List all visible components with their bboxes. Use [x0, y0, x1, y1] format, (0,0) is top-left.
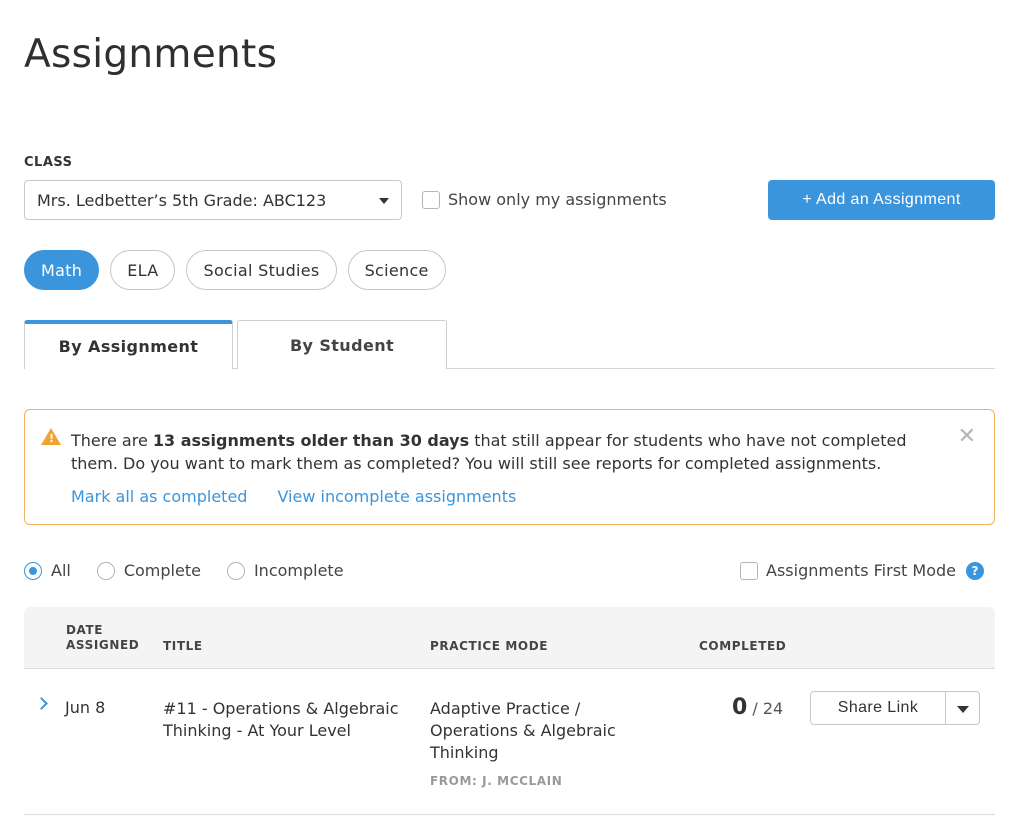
header-date-assigned: DATE ASSIGNED: [66, 623, 140, 652]
subject-pill-science[interactable]: Science: [347, 250, 446, 290]
add-assignment-button[interactable]: + Add an Assignment: [768, 180, 995, 220]
row-title: #11 - Operations & Algebraic Thinking - …: [163, 699, 399, 740]
completion-filter: All Complete Incomplete: [24, 561, 370, 580]
completed-total: / 24: [747, 699, 784, 718]
show-only-mine-label: Show only my assignments: [448, 190, 667, 209]
table-header: DATE ASSIGNED TITLE PRACTICE MODE COMPLE…: [24, 607, 995, 669]
filter-incomplete-radio[interactable]: [226, 561, 245, 580]
filter-complete[interactable]: Complete: [96, 561, 201, 580]
row-date: Jun 8: [65, 698, 106, 717]
class-label: CLASS: [24, 155, 73, 170]
share-link-group: Share Link: [810, 691, 980, 725]
alert-actions: Mark all as completed View incomplete as…: [71, 487, 516, 506]
share-options-dropdown[interactable]: [946, 691, 980, 725]
show-only-mine-toggle[interactable]: Show only my assignments: [422, 190, 667, 209]
close-icon[interactable]: ✕: [958, 424, 976, 449]
chevron-down-icon: [379, 198, 389, 204]
warning-icon-mark: !: [49, 432, 55, 445]
subject-pill-ela[interactable]: ELA: [110, 250, 176, 290]
assignments-first-mode-toggle[interactable]: Assignments First Mode ?: [740, 561, 984, 580]
row-completed: 0 / 24: [732, 695, 783, 720]
filter-all-radio[interactable]: [24, 561, 42, 580]
class-select[interactable]: Mrs. Ledbetter’s 5th Grade: ABC123: [24, 180, 402, 220]
assignments-first-mode-label: Assignments First Mode: [766, 561, 956, 580]
chevron-right-icon[interactable]: [35, 697, 48, 710]
help-icon[interactable]: ?: [965, 561, 984, 580]
filter-all[interactable]: All: [24, 561, 71, 580]
filter-incomplete[interactable]: Incomplete: [226, 561, 344, 580]
tab-by-student[interactable]: By Student: [237, 320, 447, 369]
subject-pill-math[interactable]: Math: [24, 250, 100, 290]
filter-incomplete-label: Incomplete: [253, 561, 344, 580]
show-only-mine-checkbox[interactable]: [422, 190, 440, 209]
tab-by-assignment[interactable]: By Assignment: [24, 320, 233, 369]
header-practice-mode: PRACTICE MODE: [430, 639, 549, 653]
view-incomplete-link[interactable]: View incomplete assignments: [277, 487, 516, 506]
share-link-button[interactable]: Share Link: [810, 691, 946, 725]
completed-count: 0: [732, 695, 748, 720]
row-from: FROM: J. MCCLAIN: [430, 774, 563, 788]
class-select-value: Mrs. Ledbetter’s 5th Grade: ABC123: [37, 190, 327, 210]
filter-complete-radio[interactable]: [96, 561, 115, 580]
filter-all-label: All: [51, 561, 71, 580]
subject-pill-social-studies[interactable]: Social Studies: [186, 250, 337, 290]
header-title: TITLE: [163, 639, 203, 653]
alert-message: There are 13 assignments older than 30 d…: [71, 431, 907, 473]
mark-all-completed-link[interactable]: Mark all as completed: [71, 487, 247, 506]
table-row: Jun 8 #11 - Operations & Algebraic Think…: [24, 669, 995, 815]
header-completed: COMPLETED: [699, 639, 787, 653]
subject-filter: Math ELA Social Studies Science: [24, 250, 446, 290]
page-title: Assignments: [24, 32, 278, 77]
assignments-first-mode-checkbox[interactable]: [740, 561, 758, 580]
filter-complete-label: Complete: [123, 561, 201, 580]
old-assignments-alert: ! There are 13 assignments older than 30…: [24, 409, 995, 525]
row-practice-mode: Adaptive Practice / Operations & Algebra…: [430, 698, 616, 792]
